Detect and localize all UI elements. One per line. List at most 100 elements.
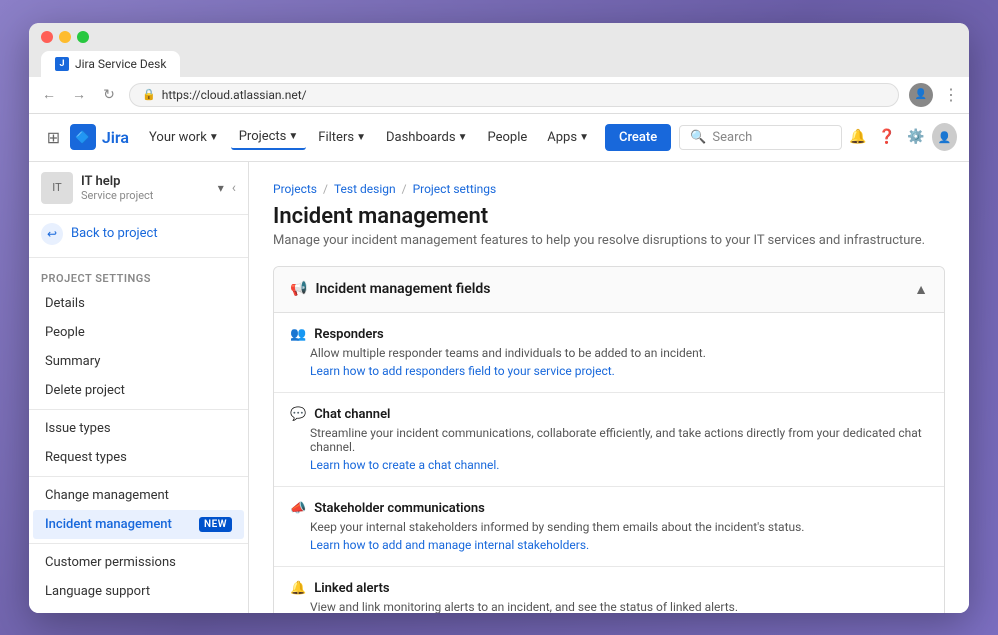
window-controls (41, 31, 957, 43)
sidebar-item-people[interactable]: People (33, 318, 244, 347)
chat-channel-link[interactable]: Learn how to create a chat channel. (290, 458, 928, 472)
sidebar-item-incident-management[interactable]: Incident management NEW (33, 510, 244, 539)
sidebar-item-portal-settings[interactable]: Portal settings (33, 606, 244, 613)
top-nav: ⊞ 🔷 Jira Your work ▼ Projects ▼ Filters … (29, 114, 969, 162)
close-button[interactable] (41, 31, 53, 43)
sidebar-item-details[interactable]: Details (33, 289, 244, 318)
reload-button[interactable]: ↻ (99, 85, 119, 105)
nav-your-work[interactable]: Your work ▼ (141, 126, 227, 149)
breadcrumb: Projects / Test design / Project setting… (273, 182, 945, 196)
linked-alerts-title: Linked alerts (314, 581, 389, 596)
lock-icon: 🔒 (142, 88, 156, 101)
sidebar-item-issue-types[interactable]: Issue types (33, 414, 244, 443)
app-content: ⊞ 🔷 Jira Your work ▼ Projects ▼ Filters … (29, 114, 969, 613)
help-button[interactable]: ❓ (874, 123, 899, 151)
maximize-button[interactable] (77, 31, 89, 43)
breadcrumb-sep-2: / (402, 182, 407, 196)
tab-favicon: J (55, 57, 69, 71)
search-box[interactable]: 🔍 Search (679, 125, 841, 150)
url-text: https://cloud.atlassian.net/ (162, 88, 307, 102)
search-icon: 🔍 (690, 130, 706, 145)
settings-button[interactable]: ⚙️ (903, 123, 928, 151)
sidebar-divider-2 (29, 409, 248, 410)
main-layout: IT IT help Service project ▾ ‹ ↩ Back to… (29, 162, 969, 613)
sidebar-item-customer-permissions[interactable]: Customer permissions (33, 548, 244, 577)
incident-management-card: 📢 Incident management fields ▲ 👥 Respond… (273, 266, 945, 613)
chat-channel-section: 💬 Chat channel Streamline your incident … (274, 393, 944, 487)
stakeholder-link[interactable]: Learn how to add and manage internal sta… (290, 538, 928, 552)
address-bar-row: ← → ↻ 🔒 https://cloud.atlassian.net/ 👤 ⋮ (29, 77, 969, 114)
user-avatar[interactable]: 👤 (909, 83, 933, 107)
sidebar-item-summary[interactable]: Summary (33, 347, 244, 376)
chevron-down-icon[interactable]: ▾ (218, 181, 224, 195)
sidebar-item-request-types[interactable]: Request types (33, 443, 244, 472)
chevron-down-icon: ▼ (209, 132, 219, 143)
nav-projects[interactable]: Projects ▼ (231, 125, 307, 150)
chevron-down-icon: ▼ (356, 132, 366, 143)
grid-icon[interactable]: ⊞ (41, 123, 66, 151)
breadcrumb-project-settings-link[interactable]: Project settings (413, 182, 497, 196)
stakeholder-desc: Keep your internal stakeholders informed… (290, 520, 928, 534)
sidebar-divider (29, 257, 248, 258)
create-button[interactable]: Create (605, 124, 671, 151)
card-header-title: Incident management fields (315, 281, 490, 297)
chevron-up-icon[interactable]: ▲ (914, 281, 928, 298)
sidebar-item-change-management[interactable]: Change management (33, 481, 244, 510)
chat-channel-header: 💬 Chat channel (290, 407, 928, 422)
collapse-sidebar-button[interactable]: ‹ (232, 180, 236, 196)
project-name: IT help (81, 174, 210, 189)
page-title: Incident management (273, 204, 945, 229)
back-button[interactable]: ← (39, 85, 59, 105)
broadcast-icon: 📣 (290, 501, 306, 516)
chat-icon: 💬 (290, 407, 306, 422)
sidebar-item-language-support[interactable]: Language support (33, 577, 244, 606)
nav-filters[interactable]: Filters ▼ (310, 126, 374, 149)
notifications-button[interactable]: 🔔 (846, 123, 871, 151)
more-options-button[interactable]: ⋮ (943, 85, 959, 104)
responders-title: Responders (314, 327, 384, 342)
project-settings-section-label: Project settings (29, 262, 248, 289)
browser-tab[interactable]: J Jira Service Desk (41, 51, 180, 77)
sidebar-divider-3 (29, 476, 248, 477)
jira-icon: 🔷 (70, 124, 96, 150)
card-header: 📢 Incident management fields ▲ (274, 267, 944, 313)
bell-icon: 🔔 (290, 581, 306, 596)
sidebar-item-delete-project[interactable]: Delete project (33, 376, 244, 405)
stakeholder-header: 📣 Stakeholder communications (290, 501, 928, 516)
incident-management-row: Incident management NEW (45, 517, 232, 532)
logo-text: Jira (102, 128, 129, 147)
group-icon: 👥 (290, 327, 306, 342)
stakeholder-title: Stakeholder communications (314, 501, 485, 516)
page-subtitle: Manage your incident management features… (273, 233, 945, 248)
linked-alerts-desc: View and link monitoring alerts to an in… (290, 600, 928, 613)
user-profile-button[interactable]: 👤 (932, 123, 957, 151)
breadcrumb-test-design-link[interactable]: Test design (334, 182, 396, 196)
minimize-button[interactable] (59, 31, 71, 43)
chevron-down-icon: ▼ (458, 132, 468, 143)
responders-section: 👥 Responders Allow multiple responder te… (274, 313, 944, 393)
back-icon: ↩ (41, 223, 63, 245)
breadcrumb-projects-link[interactable]: Projects (273, 182, 317, 196)
tab-label: Jira Service Desk (75, 57, 166, 71)
project-type: Service project (81, 189, 210, 202)
search-placeholder: Search (712, 130, 752, 145)
chat-channel-desc: Streamline your incident communications,… (290, 426, 928, 454)
jira-logo[interactable]: 🔷 Jira (70, 124, 129, 150)
card-header-left: 📢 Incident management fields (290, 281, 490, 297)
chevron-down-icon: ▼ (579, 132, 589, 143)
sidebar: IT IT help Service project ▾ ‹ ↩ Back to… (29, 162, 249, 613)
responders-desc: Allow multiple responder teams and indiv… (290, 346, 928, 360)
forward-button[interactable]: → (69, 85, 89, 105)
linked-alerts-header: 🔔 Linked alerts (290, 581, 928, 596)
responders-link[interactable]: Learn how to add responders field to you… (290, 364, 928, 378)
content-area: Projects / Test design / Project setting… (249, 162, 969, 613)
project-avatar: IT (41, 172, 73, 204)
back-to-project-link[interactable]: ↩ Back to project (29, 215, 248, 253)
breadcrumb-sep-1: / (323, 182, 328, 196)
nav-people[interactable]: People (479, 126, 535, 149)
address-field[interactable]: 🔒 https://cloud.atlassian.net/ (129, 83, 899, 107)
nav-dashboards[interactable]: Dashboards ▼ (378, 126, 476, 149)
responders-header: 👥 Responders (290, 327, 928, 342)
back-label: Back to project (71, 226, 158, 241)
nav-apps[interactable]: Apps ▼ (539, 126, 597, 149)
